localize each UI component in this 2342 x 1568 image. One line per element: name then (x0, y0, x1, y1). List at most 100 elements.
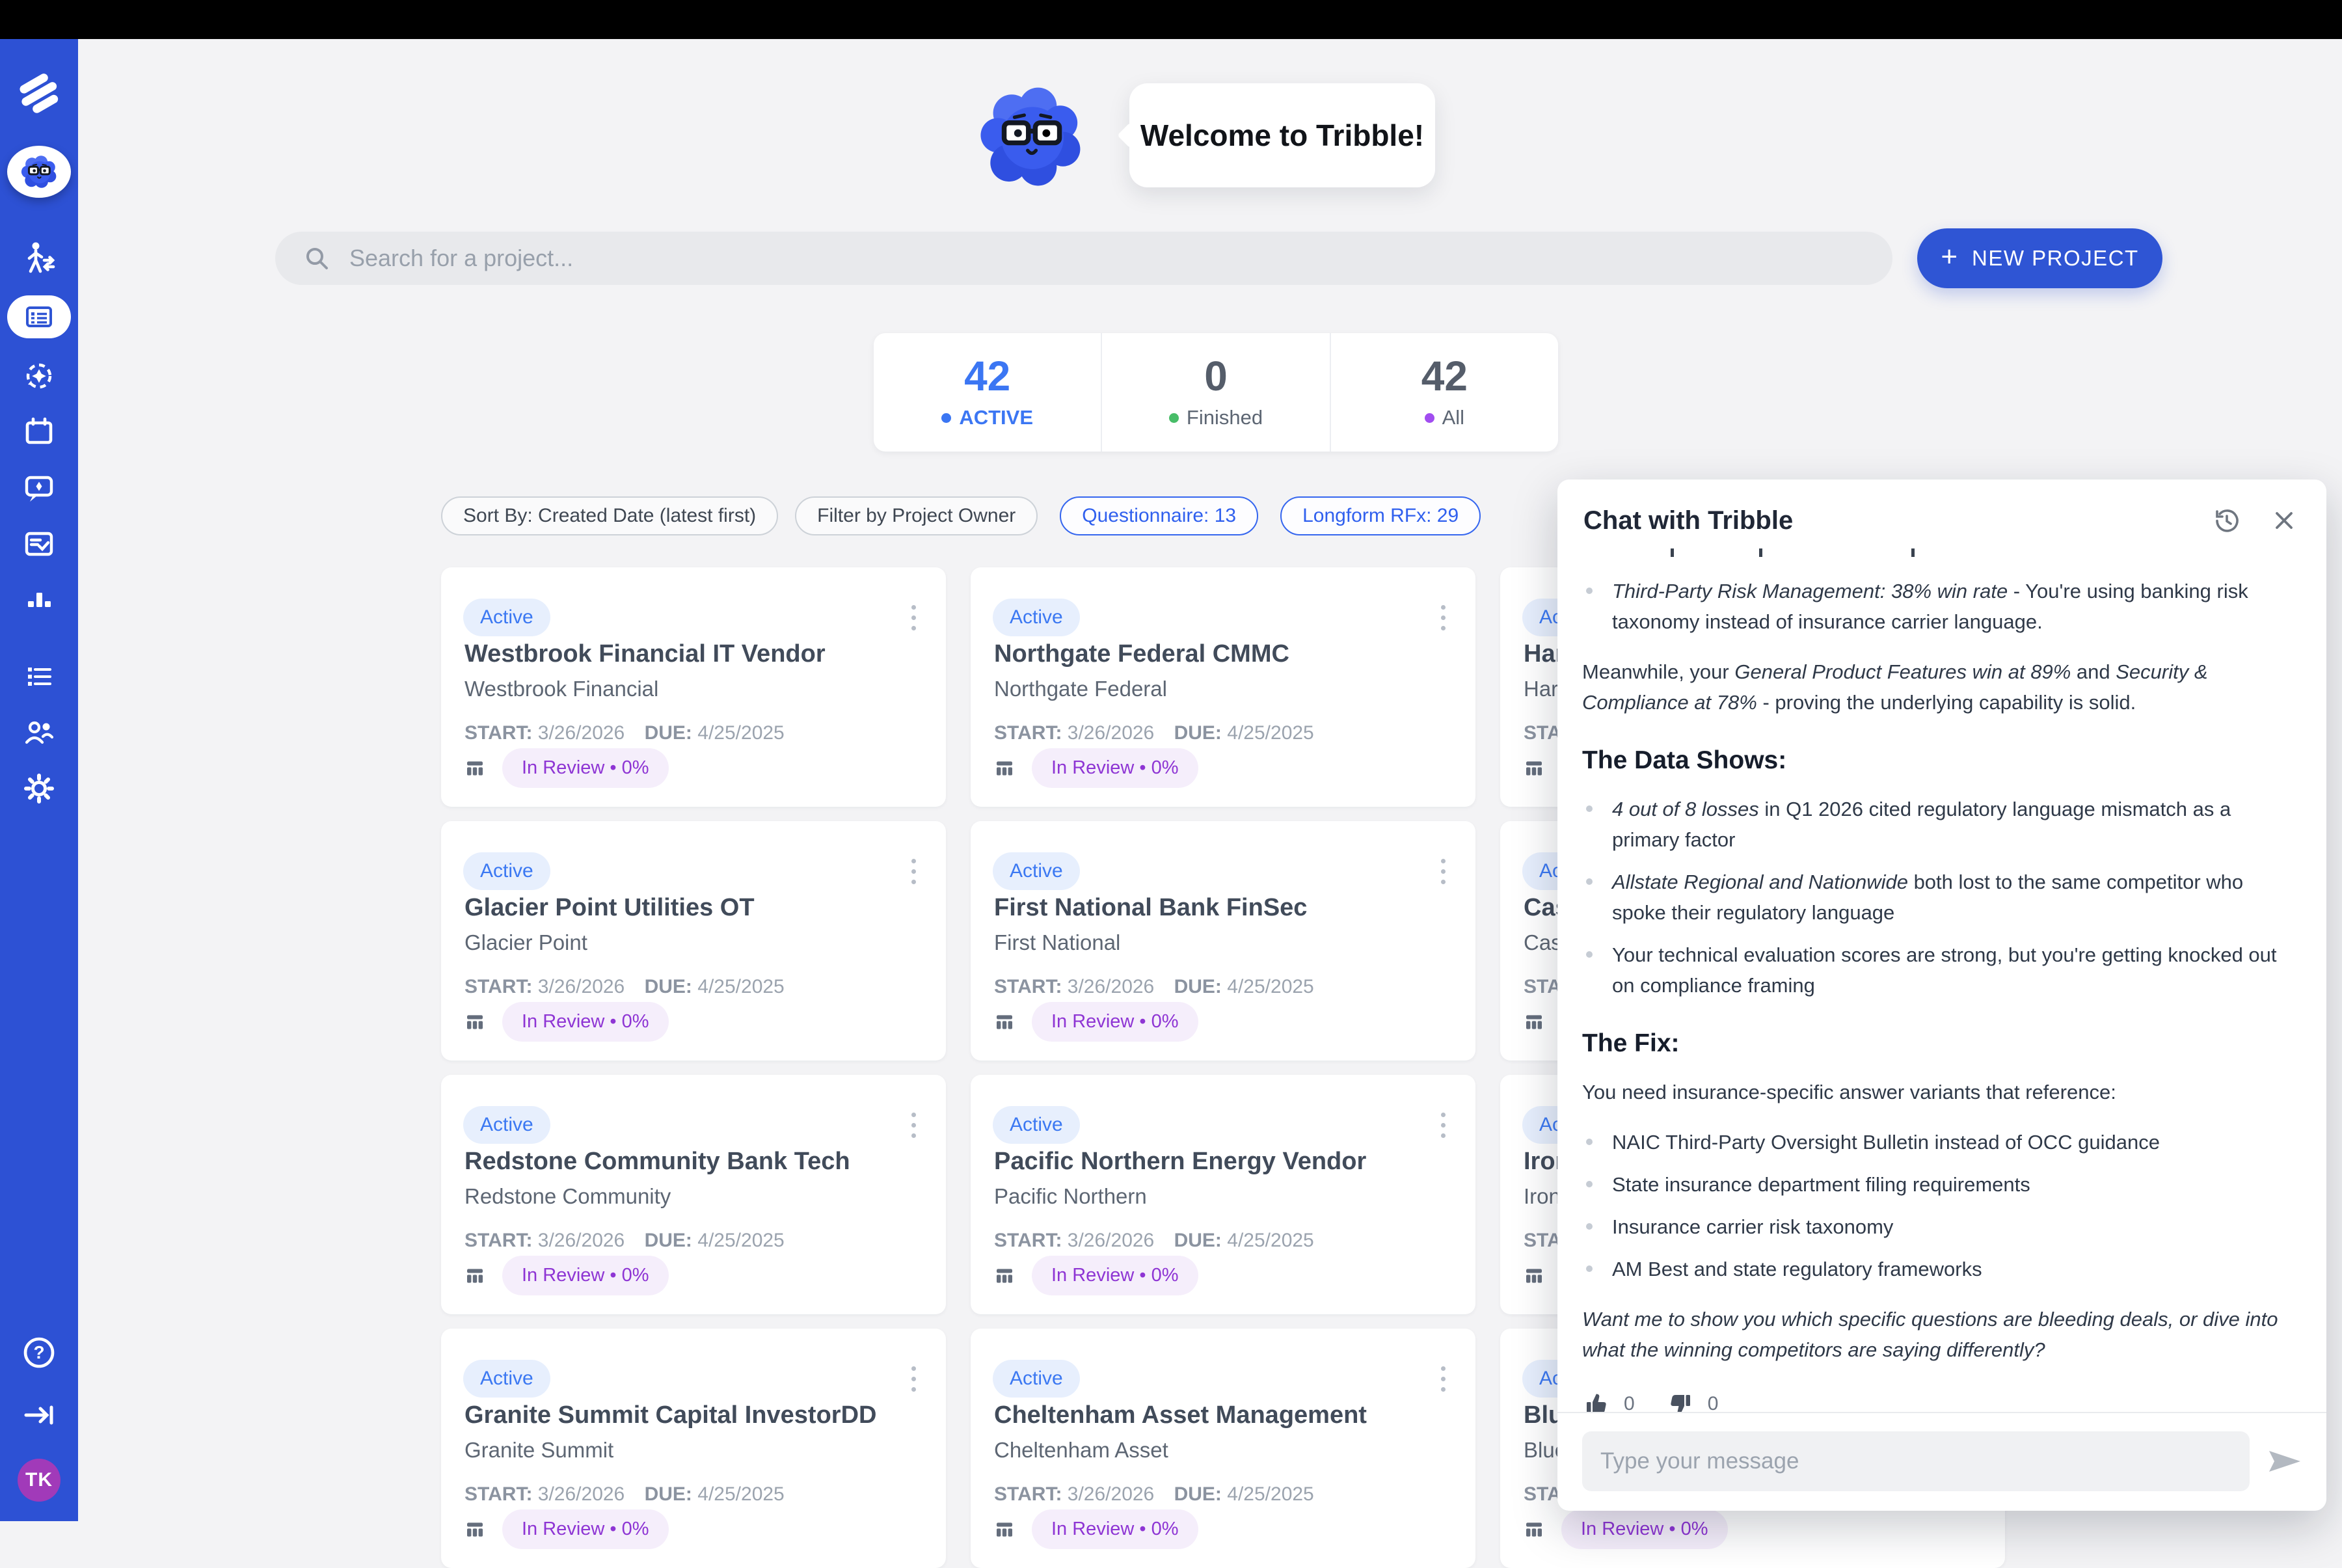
user-avatar[interactable]: TK (0, 1459, 78, 1502)
sign-out-icon (20, 1396, 58, 1434)
table-icon (994, 1012, 1015, 1033)
gear-icon (21, 770, 57, 807)
project-company: Redstone Community (464, 1184, 671, 1209)
project-stats-card: 42 ACTIVE 0 Finished 42 All (874, 333, 1558, 452)
thumbs-up-icon[interactable] (1583, 1391, 1609, 1413)
project-footer: In Review • 0% (464, 748, 669, 788)
chat-bullet: Third-Party Risk Management: 38% win rat… (1582, 576, 2298, 637)
review-progress-badge: In Review • 0% (502, 1509, 669, 1549)
kebab-menu-icon[interactable] (908, 1362, 920, 1396)
tribble-mascot (976, 78, 1086, 195)
sidebar-item-list[interactable] (0, 658, 78, 695)
status-badge: Active (993, 599, 1080, 636)
kebab-menu-icon[interactable] (908, 601, 920, 634)
sort-by-chip[interactable]: Sort By: Created Date (latest first) (441, 496, 778, 535)
project-card[interactable]: Active Pacific Northern Energy Vendor Pa… (971, 1075, 1475, 1314)
project-footer: In Review • 0% (994, 748, 1198, 788)
filter-owner-chip[interactable]: Filter by Project Owner (795, 496, 1038, 535)
longform-chip[interactable]: Longform RFx: 29 (1280, 496, 1481, 535)
project-footer: In Review • 0% (464, 1256, 669, 1295)
tribble-logo-icon[interactable] (0, 70, 78, 117)
project-card[interactable]: Active Northgate Federal CMMC Northgate … (971, 567, 1475, 807)
project-dates: START: 3/26/2026 DUE: 4/25/2025 (994, 976, 1314, 998)
status-badge: Active (463, 852, 550, 890)
kebab-menu-icon[interactable] (1437, 1109, 1449, 1142)
project-card[interactable]: Active First National Bank FinSec First … (971, 821, 1475, 1061)
close-icon[interactable] (2270, 507, 2298, 534)
status-badge: Active (993, 1106, 1080, 1144)
sidebar-item-tasks[interactable] (0, 526, 78, 562)
chat-header: Chat with Tribble (1557, 480, 2326, 547)
project-card[interactable]: Active Cheltenham Asset Management Chelt… (971, 1329, 1475, 1568)
chat-feedback: 0 0 (1583, 1388, 2298, 1412)
team-people-icon (21, 714, 57, 751)
project-footer: In Review • 0% (994, 1002, 1198, 1042)
logo-stripes-icon (16, 70, 62, 117)
sidebar-item-settings[interactable] (0, 770, 78, 807)
scrolled-text-fragment (1611, 547, 2298, 558)
project-company: Westbrook Financial (464, 677, 658, 701)
sidebar-item-chat[interactable] (0, 470, 78, 506)
plus-icon: + (1941, 243, 1958, 271)
sidebar-item-help[interactable]: ? (0, 1334, 78, 1372)
status-badge: Active (463, 1360, 550, 1398)
status-badge: Active (993, 1360, 1080, 1398)
send-icon[interactable] (2268, 1450, 2302, 1473)
kebab-menu-icon[interactable] (1437, 1362, 1449, 1396)
kebab-menu-icon[interactable] (1437, 855, 1449, 888)
project-footer: In Review • 0% (464, 1509, 669, 1549)
welcome-header: Welcome to Tribble! (976, 78, 1435, 195)
chat-fix-intro: You need insurance-specific answer varia… (1582, 1077, 2298, 1107)
review-progress-badge: In Review • 0% (502, 1002, 669, 1042)
history-icon[interactable] (2212, 506, 2242, 535)
chat-bullet: NAIC Third-Party Oversight Bulletin inst… (1582, 1127, 2298, 1157)
review-progress-badge: In Review • 0% (1032, 1256, 1198, 1295)
review-progress-badge: In Review • 0% (1561, 1509, 1728, 1549)
project-card[interactable]: Active Glacier Point Utilities OT Glacie… (441, 821, 946, 1061)
chat-panel: Chat with Tribble Third-Party Risk Manag… (1557, 480, 2326, 1511)
chat-bullet: Your technical evaluation scores are str… (1582, 939, 2298, 1001)
sidebar-item-sign-out[interactable] (0, 1396, 78, 1434)
project-card[interactable]: Active Redstone Community Bank Tech Reds… (441, 1075, 946, 1314)
sidebar-item-sync[interactable] (0, 358, 78, 394)
message-input[interactable] (1599, 1448, 2233, 1475)
filter-chips: Sort By: Created Date (latest first) Fil… (441, 496, 1481, 535)
table-icon (1524, 1519, 1544, 1540)
project-card[interactable]: Active Granite Summit Capital InvestorDD… (441, 1329, 946, 1568)
chat-bullet: Allstate Regional and Nationwide both lo… (1582, 867, 2298, 928)
project-dates: START: 3/26/2026 DUE: 4/25/2025 (464, 722, 785, 744)
sidebar-item-handoff[interactable] (0, 239, 78, 276)
search-input[interactable] (348, 244, 1892, 273)
chat-message: Third-Party Risk Management: 38% win rat… (1557, 547, 2326, 1412)
stat-all[interactable]: 42 All (1330, 333, 1558, 452)
kebab-menu-icon[interactable] (1437, 601, 1449, 634)
chat-bullet: Insurance carrier risk taxonomy (1582, 1211, 2298, 1242)
new-project-button[interactable]: + NEW PROJECT (1917, 228, 2162, 288)
sidebar-item-calendar[interactable] (0, 414, 78, 450)
sidebar-item-team[interactable] (0, 714, 78, 751)
project-footer: In Review • 0% (464, 1002, 669, 1042)
bar-chart-icon (21, 582, 57, 618)
project-search[interactable] (275, 232, 1892, 285)
chat-bullet: AM Best and state regulatory frameworks (1582, 1254, 2298, 1284)
thumbs-down-icon[interactable] (1667, 1391, 1693, 1413)
finished-dot (1169, 413, 1179, 423)
project-dates: START: 3/26/2026 DUE: 4/25/2025 (464, 1230, 785, 1252)
sidebar-item-tribble-assistant[interactable] (0, 146, 78, 198)
sidebar-item-projects-active[interactable] (0, 295, 78, 338)
chat-heading-data: The Data Shows: (1582, 745, 2298, 776)
kebab-menu-icon[interactable] (908, 855, 920, 888)
stat-finished[interactable]: 0 Finished (1101, 333, 1329, 452)
project-card[interactable]: Active Westbrook Financial IT Vendor Wes… (441, 567, 946, 807)
kebab-menu-icon[interactable] (908, 1109, 920, 1142)
questionnaire-chip[interactable]: Questionnaire: 13 (1060, 496, 1258, 535)
sidebar-item-analytics[interactable] (0, 582, 78, 618)
review-progress-badge: In Review • 0% (502, 1256, 669, 1295)
stat-active[interactable]: 42 ACTIVE (874, 333, 1101, 452)
project-title: Northgate Federal CMMC (994, 640, 1289, 668)
chat-heading-fix: The Fix: (1582, 1028, 2298, 1059)
status-badge: Active (463, 599, 550, 636)
chat-input-field[interactable] (1582, 1431, 2250, 1491)
project-title: Granite Summit Capital InvestorDD (464, 1401, 876, 1429)
dislike-count: 0 (1708, 1388, 1719, 1412)
